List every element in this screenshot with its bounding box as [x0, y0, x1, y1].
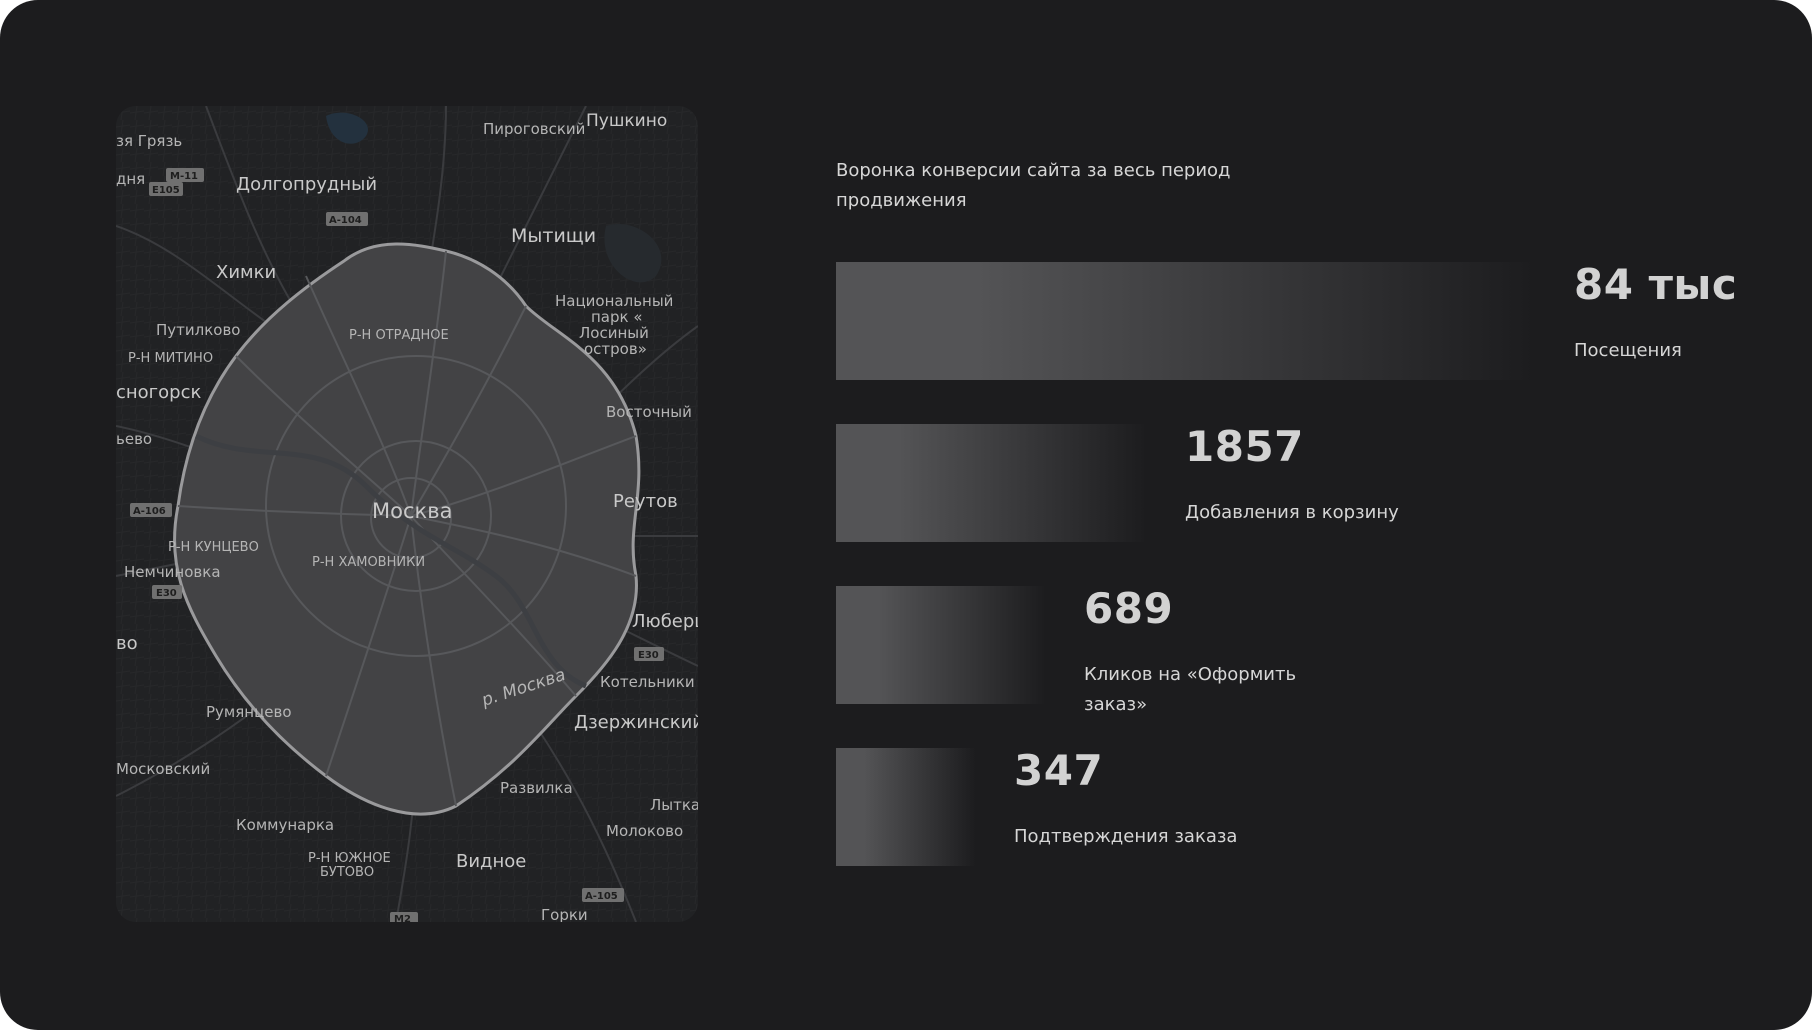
card: Пироговский Пушкино зя Грязь дня Долгопр…	[0, 0, 1812, 1030]
map-place-label: во	[116, 633, 138, 654]
svg-text:A-104: A-104	[329, 215, 362, 226]
road-shield: A-106	[130, 503, 172, 517]
map-place-label: Долгопрудный	[236, 174, 377, 195]
funnel-category-label: Подтверждения заказа	[1014, 826, 1238, 847]
funnel-category-label: Добавления в корзину	[1185, 502, 1399, 523]
svg-text:M-11: M-11	[170, 171, 198, 182]
funnel-category-label: Посещения	[1574, 340, 1682, 361]
map-place-label: Молоково	[606, 822, 683, 840]
map-place-label: сногорск	[116, 382, 201, 403]
map-place-label: Химки	[216, 262, 276, 283]
funnel-value: 84 тыс	[1574, 260, 1738, 309]
map-place-label: Лытка	[650, 796, 698, 814]
map-place-label: Восточный	[606, 403, 692, 421]
map-place-label: Мытищи	[511, 225, 596, 247]
map-place-label: Коммунарка	[236, 816, 334, 834]
funnel-value: 347	[1014, 746, 1104, 795]
map-place-label: ьево	[116, 430, 152, 448]
svg-text:E30: E30	[156, 588, 177, 599]
map-canvas: Пироговский Пушкино зя Грязь дня Долгопр…	[116, 106, 698, 922]
map-place-label: Реутов	[613, 491, 678, 512]
funnel-category-label: Кликов на «Оформить заказ»	[1084, 664, 1297, 715]
map-place-label: Р-Н ОТРАДНОЕ	[349, 328, 449, 343]
map-place-label: Развилка	[500, 779, 573, 797]
map-place-label: Дзержинский	[574, 712, 698, 733]
map-place-label: Горки	[541, 906, 588, 922]
funnel-bar	[836, 262, 1536, 380]
road-shield: M-11	[166, 168, 204, 182]
funnel-bar	[836, 424, 1147, 542]
svg-text:A-105: A-105	[585, 891, 618, 902]
svg-text:E105: E105	[152, 185, 180, 196]
road-shield: M2	[390, 912, 418, 922]
map-place-label: БУТОВО	[320, 865, 374, 880]
map-place-label: Путилково	[156, 321, 241, 339]
map-place-label: Люберц	[632, 611, 698, 632]
svg-text:M2: M2	[394, 914, 411, 922]
map-place-label: остров»	[584, 340, 647, 358]
chart-title: Воронка конверсии сайта за весь период п…	[836, 160, 1231, 211]
map-place-label: Р-Н КУНЦЕВО	[168, 540, 259, 555]
svg-text:A-106: A-106	[133, 506, 166, 517]
road-shield: A-105	[582, 888, 624, 902]
svg-text:E30: E30	[638, 650, 659, 661]
map-place-label: Пироговский	[483, 120, 585, 138]
map-place-label: Р-Н ХАМОВНИКИ	[312, 555, 425, 570]
map-place-label: Немчиновка	[124, 563, 221, 581]
road-shield: E105	[149, 182, 183, 196]
map-place-label: Р-Н ЮЖНОЕ	[308, 851, 391, 866]
map-place-label: Р-Н МИТИНО	[128, 351, 213, 366]
map-place-label: дня	[116, 170, 145, 188]
funnel-value: 689	[1084, 584, 1174, 633]
map[interactable]: Пироговский Пушкино зя Грязь дня Долгопр…	[116, 106, 698, 922]
map-place-label: Пушкино	[586, 111, 667, 131]
map-place-label: Котельники	[600, 673, 695, 691]
road-shield: E30	[152, 585, 182, 599]
funnel-bar	[836, 748, 976, 866]
map-place-label: Видное	[456, 851, 526, 872]
funnel-value: 1857	[1185, 422, 1304, 471]
funnel-bar	[836, 586, 1046, 704]
map-place-label: Румянцево	[206, 703, 292, 721]
map-place-label: зя Грязь	[116, 132, 182, 150]
road-shield: A-104	[326, 212, 368, 226]
road-shield: E30	[634, 647, 664, 661]
map-place-label: Московский	[116, 760, 210, 778]
map-city-label: Москва	[372, 499, 452, 523]
